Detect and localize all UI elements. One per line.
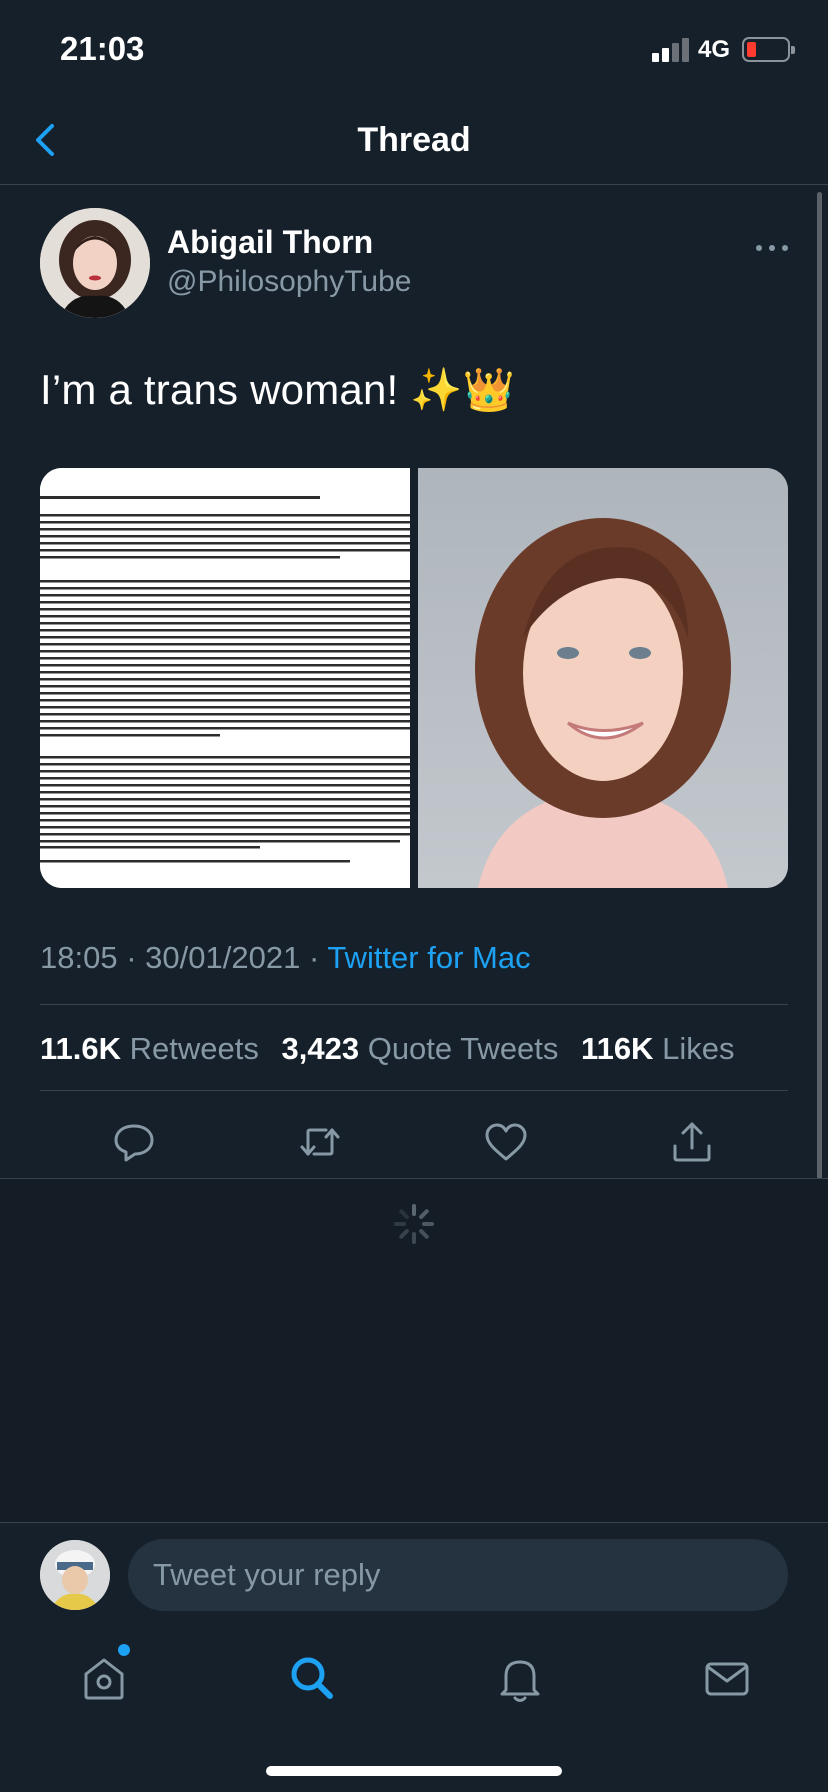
- author-handle[interactable]: @PhilosophyTube: [167, 265, 411, 299]
- share-icon: [673, 1122, 711, 1162]
- notification-dot: [118, 1644, 130, 1656]
- tweet-actions: [0, 1116, 828, 1178]
- tab-home[interactable]: [74, 1644, 134, 1708]
- retweets-label: Retweets: [129, 1031, 259, 1066]
- retweet-button[interactable]: [294, 1116, 346, 1168]
- heart-icon: [485, 1123, 527, 1161]
- search-icon: [291, 1657, 333, 1699]
- page-title: Thread: [357, 121, 471, 159]
- reply-bar: [0, 1522, 828, 1618]
- tweet-metadata: 18:05 · 30/01/2021 · Twitter for Mac: [40, 940, 531, 976]
- bell-icon: [500, 1660, 540, 1702]
- network-type: 4G: [698, 36, 731, 63]
- media-document-image[interactable]: [40, 468, 410, 888]
- retweets-stat[interactable]: 11.6K Retweets: [40, 1031, 259, 1066]
- tweet-media: [40, 468, 788, 888]
- likes-stat[interactable]: 116K Likes: [581, 1031, 734, 1066]
- navigation-header: Thread: [0, 100, 828, 185]
- tweet-stats: 11.6K Retweets 3,423 Quote Tweets 116K L…: [40, 1031, 748, 1067]
- divider: [40, 1004, 788, 1005]
- quote-tweets-count: 3,423: [281, 1031, 360, 1066]
- likes-count: 116K: [581, 1031, 654, 1066]
- reply-icon: [114, 1124, 154, 1162]
- tweet: Abigail Thorn @PhilosophyTube I’m a tran…: [0, 186, 828, 1178]
- tab-notifications[interactable]: [490, 1648, 550, 1708]
- quote-tweets-label: Quote Tweets: [367, 1031, 559, 1066]
- mail-icon: [705, 1662, 749, 1696]
- tab-messages[interactable]: [697, 1648, 757, 1708]
- status-time: 21:03: [60, 30, 145, 67]
- tweet-source-link[interactable]: Twitter for Mac: [327, 940, 530, 975]
- retweet-icon: [300, 1128, 340, 1156]
- divider: [40, 1090, 788, 1091]
- share-button[interactable]: [666, 1116, 718, 1168]
- likes-label: Likes: [662, 1031, 735, 1066]
- loading-spinner-icon: [392, 1202, 436, 1246]
- tab-search[interactable]: [282, 1648, 342, 1708]
- media-portrait-photo[interactable]: [418, 468, 788, 888]
- more-options-button[interactable]: [752, 238, 792, 258]
- tweet-date: 30/01/2021: [145, 940, 301, 975]
- user-avatar[interactable]: [40, 1540, 110, 1610]
- reply-button[interactable]: [108, 1116, 160, 1168]
- tweet-text: I’m a trans woman! ✨👑: [40, 366, 516, 413]
- quote-tweets-stat[interactable]: 3,423 Quote Tweets: [282, 1031, 559, 1066]
- meta-separator: ·: [126, 940, 137, 975]
- meta-separator: ·: [308, 940, 320, 975]
- like-button[interactable]: [480, 1116, 532, 1168]
- signal-icon: [652, 38, 690, 62]
- home-icon: [84, 1658, 124, 1700]
- home-indicator: [266, 1766, 562, 1776]
- tweet-time: 18:05: [40, 940, 118, 975]
- tab-bar: [0, 1618, 828, 1792]
- author-avatar[interactable]: [40, 208, 150, 318]
- author-name[interactable]: Abigail Thorn: [167, 224, 373, 261]
- battery-icon: [742, 37, 795, 62]
- reply-input[interactable]: [128, 1539, 788, 1611]
- retweets-count: 11.6K: [40, 1031, 122, 1066]
- status-bar: 21:03 4G: [0, 0, 828, 100]
